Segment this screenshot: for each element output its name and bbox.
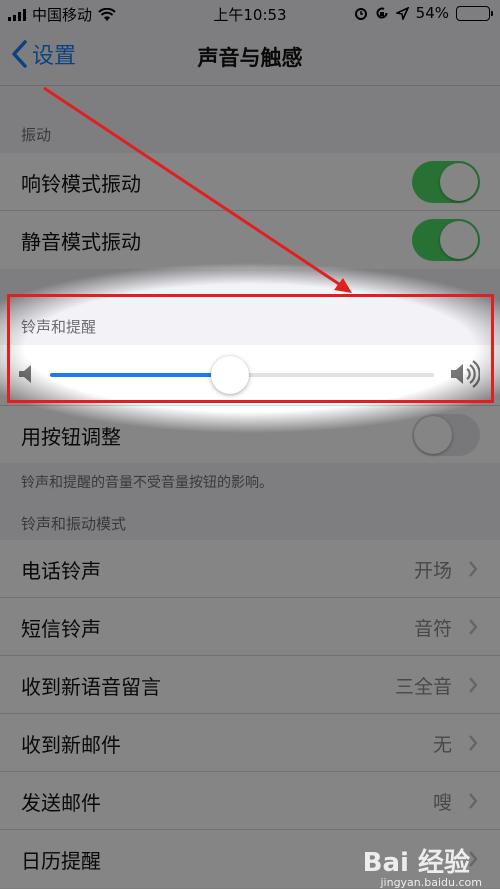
toggle-silent-vibrate[interactable] — [412, 219, 480, 261]
row-sent-mail[interactable]: 发送邮件 嗖 — [0, 772, 500, 830]
section-header-patterns: 铃声和振动模式 — [21, 515, 127, 533]
chevron-right-icon — [469, 793, 478, 809]
chevron-right-icon — [469, 561, 478, 577]
chevron-right-icon — [469, 619, 478, 635]
status-bar: 中国移动 上午10:53 54% — [0, 0, 500, 26]
row-calendar-alerts[interactable]: 日历提醒 — [0, 830, 500, 888]
ringer-group: 用按钮调整 — [0, 345, 500, 463]
row-label: 电话铃声 — [21, 559, 101, 583]
ringer-footer-note: 铃声和提醒的音量不受音量按钮的影响。 — [21, 475, 273, 491]
chevron-right-icon — [469, 677, 478, 693]
toggle-knob — [440, 163, 478, 201]
row-new-mail[interactable]: 收到新邮件 无 — [0, 714, 500, 772]
row-text-tone[interactable]: 短信铃声 音符 — [0, 598, 500, 656]
row-value: 嗖 — [432, 792, 452, 814]
patterns-group: 电话铃声 开场 短信铃声 音符 收到新语音留言 三全音 收到新邮件 无 发送邮件… — [0, 540, 500, 888]
settings-screen: 中国移动 上午10:53 54% 设置 声音与触感 振动 响铃模式振动 静音模式… — [0, 0, 500, 889]
slider-track[interactable] — [50, 356, 434, 394]
row-label: 收到新语音留言 — [21, 675, 161, 699]
section-header-ringer: 铃声和提醒 — [21, 318, 97, 336]
row-value: 三全音 — [394, 676, 452, 698]
volume-low-icon — [19, 365, 31, 383]
ringer-volume-slider[interactable] — [0, 345, 500, 405]
row-label: 用按钮调整 — [21, 425, 121, 449]
row-label: 日历提醒 — [21, 849, 101, 873]
battery-icon — [456, 5, 493, 21]
toggle-knob — [414, 416, 452, 454]
page-title: 声音与触感 — [197, 46, 303, 70]
vibration-group: 响铃模式振动 静音模式振动 — [0, 153, 500, 269]
row-value: 音符 — [413, 618, 452, 640]
slider-fill — [50, 373, 231, 377]
toggle-ring-vibrate[interactable] — [412, 161, 480, 203]
volume-high-icon — [451, 360, 480, 388]
row-change-with-buttons[interactable]: 用按钮调整 — [0, 405, 500, 463]
row-label: 静音模式振动 — [21, 230, 141, 254]
toggle-change-with-buttons[interactable] — [412, 414, 480, 456]
section-header-vibration: 振动 — [21, 126, 52, 144]
slider-thumb[interactable] — [211, 356, 250, 394]
row-label: 短信铃声 — [21, 617, 101, 641]
battery-percent: 54% — [415, 4, 449, 22]
toggle-knob — [440, 221, 478, 259]
rotation-lock-icon — [376, 7, 388, 19]
row-label: 收到新邮件 — [21, 733, 121, 757]
chevron-right-icon — [469, 851, 478, 867]
location-icon — [395, 6, 409, 20]
alarm-icon — [354, 8, 367, 20]
row-silent-vibrate[interactable]: 静音模式振动 — [0, 211, 500, 269]
chevron-right-icon — [469, 735, 478, 751]
row-ring-vibrate[interactable]: 响铃模式振动 — [0, 153, 500, 211]
row-value: 开场 — [413, 560, 452, 582]
row-ringtone[interactable]: 电话铃声 开场 — [0, 540, 500, 598]
navigation-bar: 设置 声音与触感 — [0, 26, 500, 86]
row-value: 无 — [432, 734, 452, 756]
row-label: 响铃模式振动 — [21, 172, 141, 196]
row-new-voicemail[interactable]: 收到新语音留言 三全音 — [0, 656, 500, 714]
row-label: 发送邮件 — [21, 791, 101, 815]
